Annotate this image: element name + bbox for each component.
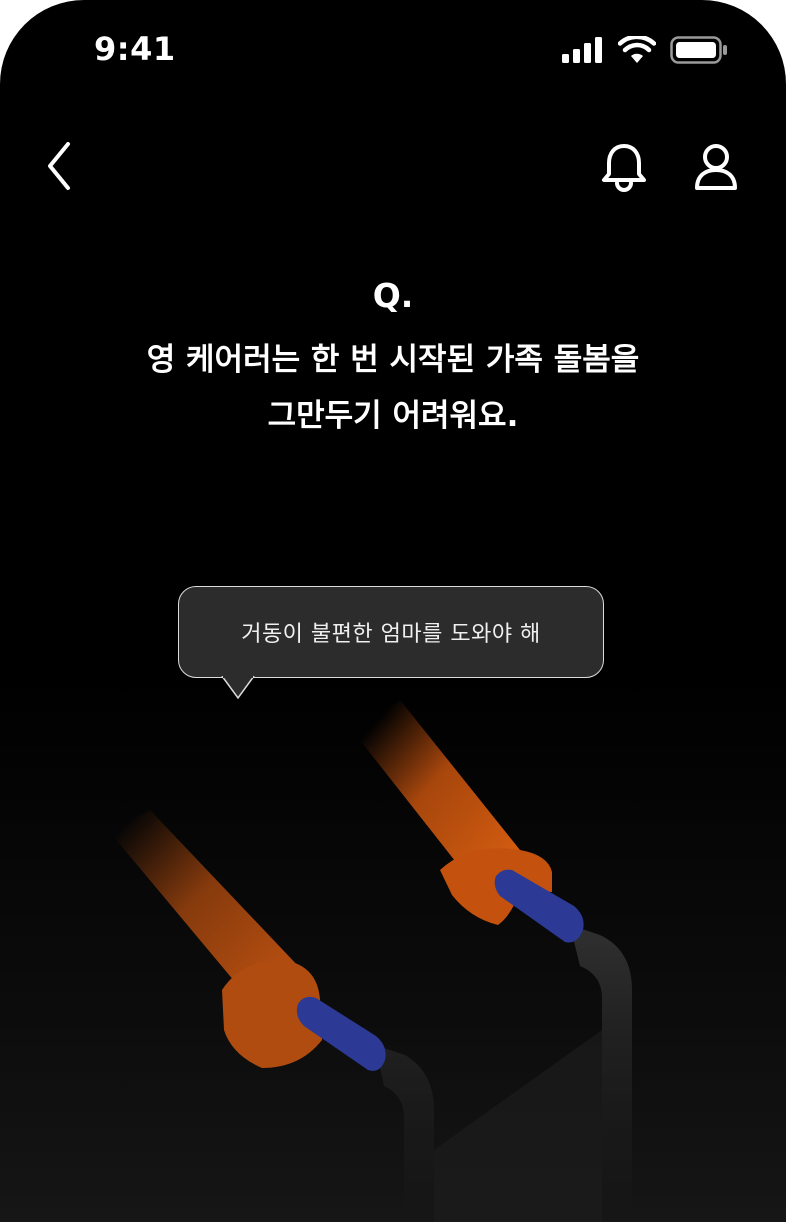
speech-bubble: 거동이 불편한 엄마를 도와야 해 [178,586,604,678]
chevron-left-icon [48,142,70,190]
walker-frame-left [375,1045,434,1222]
status-icons [562,36,728,64]
battery-icon [670,36,727,64]
notification-button[interactable] [596,136,652,196]
wifi-icon [618,36,656,63]
hands-on-walker-illustration [108,700,632,1222]
status-bar: 9:41 [0,0,786,100]
walker-panel [434,1030,602,1222]
question-block: Q. 영 케어러는 한 번 시작된 가족 돌봄을 그만두기 어려워요. [0,270,786,444]
back-button[interactable] [38,136,86,196]
question-line-2: 그만두기 어려워요. [267,398,519,434]
person-icon [695,144,737,190]
bell-icon [602,144,646,192]
nav-bar [0,130,786,200]
cellular-signal-icon [562,37,602,63]
status-time: 9:41 [94,30,176,68]
profile-button[interactable] [688,136,744,196]
question-label: Q. [372,276,414,315]
question-text: 영 케어러는 한 번 시작된 가족 돌봄을 그만두기 어려워요. [0,332,786,444]
speech-bubble-tail [221,676,255,700]
phone-screen: 9:41 Q. 영 케어러는 한 번 시작된 가족 돌봄을 그만두기 어려워요.… [0,0,786,1222]
question-line-1: 영 케어러는 한 번 시작된 가족 돌봄을 [146,342,640,378]
speech-bubble-text: 거동이 불편한 엄마를 도와야 해 [241,622,541,647]
